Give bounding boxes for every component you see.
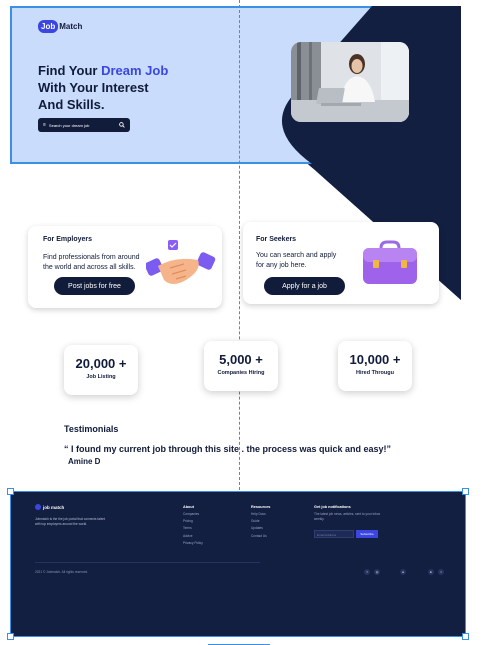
twitter-icon[interactable]: t	[438, 569, 444, 575]
footer-about-heading: About	[183, 505, 194, 509]
footer-link[interactable]: Help Docs	[251, 512, 270, 516]
dribbble-icon[interactable]: ●	[400, 569, 406, 575]
stat-card-companies: 5,000 + Companies Hiring	[204, 341, 278, 391]
footer-about-column: About Companies Pricing Terms Advice Pri…	[183, 505, 203, 548]
instagram-icon[interactable]: ◎	[374, 569, 380, 575]
employers-text-line2: the world and across all skills.	[43, 264, 136, 271]
email-input[interactable]: Email Address	[314, 530, 354, 538]
selection-handle[interactable]	[462, 488, 469, 495]
logo-text: Match	[59, 22, 83, 31]
briefcase-icon	[363, 240, 417, 284]
seekers-card-text: You can search and apply for any job her…	[256, 251, 336, 271]
hero-title-line1: Find Your	[38, 63, 102, 78]
seekers-card-title: For Seekers	[256, 236, 297, 243]
layout-guide-line	[239, 0, 240, 490]
footer-logo[interactable]: job match	[35, 504, 64, 510]
employers-text-line1: Find professionals from around	[43, 254, 140, 261]
footer-resources-heading: Resources	[251, 505, 271, 509]
logo[interactable]: Job Match	[38, 20, 82, 33]
hero-title-accent: Dream Job	[101, 63, 169, 78]
footer-newsletter-column: Get job notifications The latest job new…	[314, 505, 384, 521]
footer-link[interactable]: Terms	[183, 526, 203, 530]
stat-card-hired: 10,000 + Hired Througu	[338, 341, 412, 391]
handshake-icon	[146, 240, 216, 284]
seekers-text-line1: You can search and apply	[256, 252, 337, 259]
stat-card-jobs: 20,000 + Job Listing	[64, 345, 138, 395]
search-placeholder: Search your dream job	[48, 122, 90, 128]
stat-label: Job Listing	[86, 374, 116, 380]
footer: job match Jobmatch is the the job portal…	[10, 491, 466, 637]
selection-handle[interactable]	[462, 633, 469, 640]
seekers-card[interactable]: For Seekers You can search and apply for…	[243, 222, 439, 304]
employers-card-text: Find professionals from around the world…	[43, 253, 140, 273]
linkedin-icon[interactable]: in	[428, 569, 434, 575]
testimonial-author: Amine D	[68, 457, 101, 466]
post-jobs-button[interactable]: Post jobs for free	[54, 277, 135, 295]
footer-divider	[35, 562, 260, 563]
logo-badge: Job	[38, 20, 59, 33]
footer-link[interactable]: Guide	[251, 519, 270, 523]
stat-number: 5,000 +	[219, 352, 263, 367]
testimonial-quote: “ I found my current job through this si…	[64, 444, 392, 454]
stat-number: 20,000 +	[75, 356, 127, 371]
footer-logo-text: job match	[43, 504, 65, 510]
hero-title-line3: And Skills.	[38, 97, 105, 112]
seekers-text-line2: for any job here.	[256, 262, 307, 269]
logo-dot-icon	[35, 504, 41, 510]
stat-number: 10,000 +	[349, 352, 401, 367]
footer-link[interactable]: Advice	[183, 534, 203, 538]
woman-at-laptop-image	[291, 42, 409, 122]
copyright: 2021 © Jobmatch. All rights reserved.	[35, 570, 89, 574]
hero-title-line2: With Your Interest	[38, 80, 149, 95]
facebook-icon[interactable]: f	[364, 569, 370, 575]
footer-link[interactable]: Companies	[183, 512, 203, 516]
testimonials-heading: Testimonials	[64, 424, 119, 434]
employers-card[interactable]: For Employers Find professionals from ar…	[28, 226, 222, 308]
apply-job-button[interactable]: Apply for a job	[264, 277, 345, 295]
stat-label: Companies Hiring	[217, 370, 265, 376]
subscribe-button[interactable]: Subscribe	[356, 530, 378, 538]
stat-label: Hired Througu	[356, 370, 394, 376]
employers-card-title: For Employers	[43, 236, 93, 243]
selection-handle[interactable]	[7, 633, 14, 640]
footer-link[interactable]: Pricing	[183, 519, 203, 523]
footer-description: Jobmatch is the the job portal that conn…	[35, 517, 106, 526]
hero-photo	[291, 42, 409, 122]
search-bar[interactable]: ≡ Search your dream job	[38, 118, 130, 132]
footer-newsletter-heading: Get job notifications	[314, 505, 351, 509]
footer-link[interactable]: Contact Us	[251, 534, 270, 538]
selection-handle[interactable]	[7, 488, 14, 495]
footer-newsletter-description: The latest job news, articles, sent to y…	[314, 512, 381, 521]
search-icon[interactable]	[119, 122, 125, 128]
menu-icon: ≡	[43, 122, 46, 128]
hero-title: Find Your Dream Job With Your Interest A…	[38, 62, 208, 113]
footer-link[interactable]: Privacy Policy	[183, 541, 203, 545]
footer-link[interactable]: Updates	[251, 526, 270, 530]
footer-resources-column: Resources Help Docs Guide Updates Contac…	[251, 505, 270, 541]
